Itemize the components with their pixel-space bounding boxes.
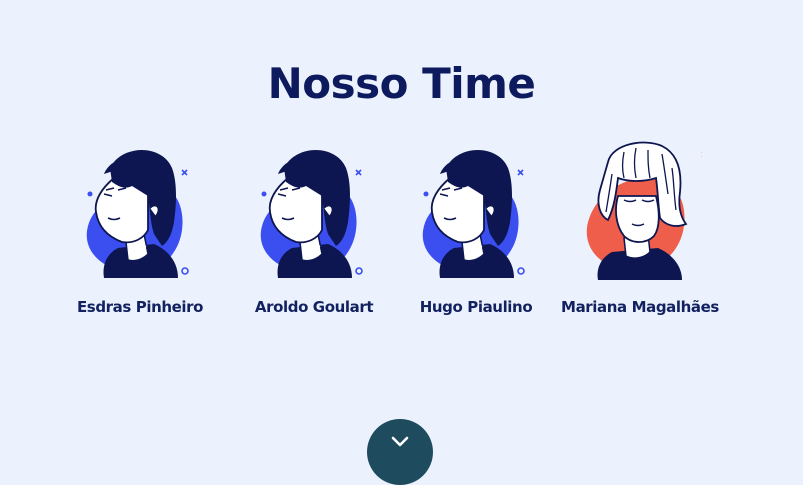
chevron-down-icon	[391, 436, 409, 447]
woman-avatar-illustration	[586, 141, 702, 280]
team-member-card: Mariana Magalhães	[555, 138, 725, 328]
man-avatar-illustration	[260, 150, 363, 278]
man-avatar-illustration	[86, 150, 189, 278]
team-member-card: Esdras Pinheiro	[55, 138, 225, 328]
scroll-down-button[interactable]	[367, 419, 433, 485]
team-member-name: Mariana Magalhães	[561, 298, 719, 316]
section-title: Nosso Time	[267, 59, 536, 108]
man-avatar-illustration	[422, 150, 525, 278]
